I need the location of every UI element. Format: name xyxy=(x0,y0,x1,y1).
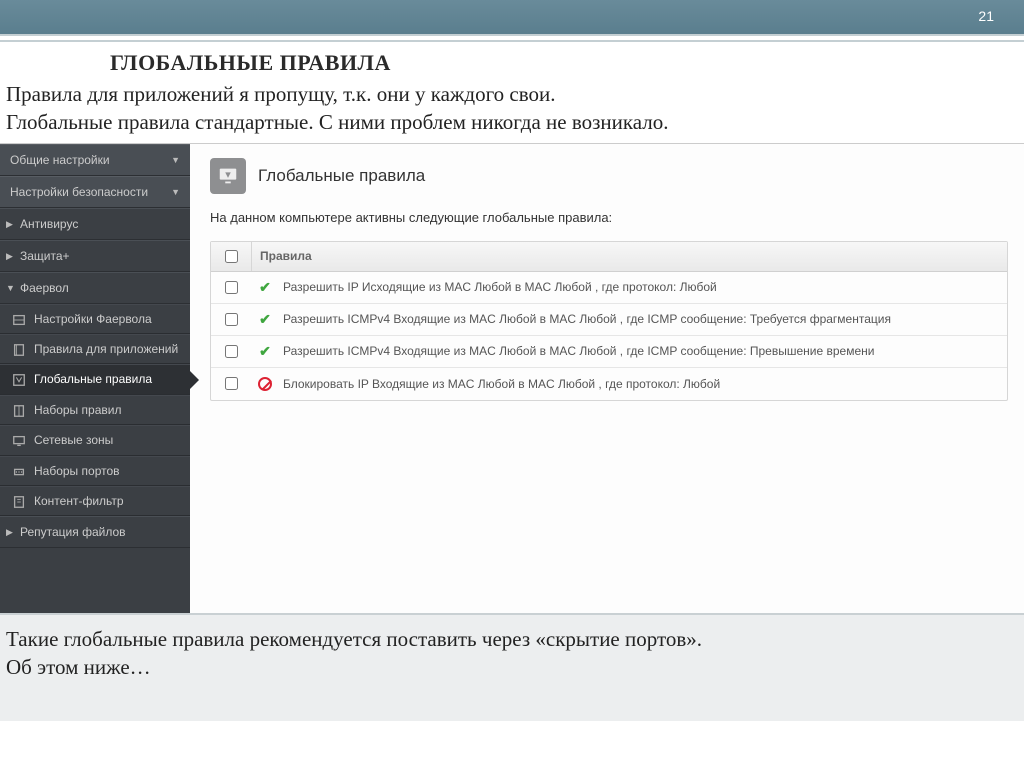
sidebar-item-firewall[interactable]: ▼ Фаервол xyxy=(0,272,190,304)
sidebar: Общие настройки ▼ Настройки безопасности… xyxy=(0,144,190,613)
table-row[interactable]: Блокировать IP Входящие из MAC Любой в M… xyxy=(211,368,1007,400)
row-checkbox[interactable] xyxy=(225,345,238,358)
sidebar-sub-network-zones[interactable]: Сетевые зоны xyxy=(0,425,190,455)
global-rules-icon xyxy=(12,373,26,387)
triangle-right-icon: ▶ xyxy=(6,219,13,230)
slide-top-bar: 21 xyxy=(0,0,1024,34)
sidebar-item-defense[interactable]: ▶ Защита+ xyxy=(0,240,190,272)
title-row: ГЛОБАЛЬНЫЕ ПРАВИЛА xyxy=(0,42,1024,78)
row-checkbox-cell xyxy=(211,281,251,294)
sidebar-sub-rule-sets[interactable]: Наборы правил xyxy=(0,395,190,425)
app-rules-icon xyxy=(12,343,26,357)
sidebar-label: Глобальные правила xyxy=(34,372,152,386)
intro-line-2: Глобальные правила стандартные. С ними п… xyxy=(6,108,1012,136)
sidebar-label: Репутация файлов xyxy=(20,525,126,539)
firewall-settings-icon xyxy=(12,313,26,327)
slide-title: ГЛОБАЛЬНЫЕ ПРАВИЛА xyxy=(110,50,391,75)
sidebar-label: Наборы правил xyxy=(34,403,121,417)
sidebar-item-antivirus[interactable]: ▶ Антивирус xyxy=(0,208,190,240)
rules-table: Правила ✔ Разрешить IP Исходящие из MAC Л… xyxy=(210,241,1008,401)
sidebar-label: Наборы портов xyxy=(34,464,120,478)
sidebar-label: Правила для приложений xyxy=(34,342,178,356)
rule-text: Блокировать IP Входящие из MAC Любой в M… xyxy=(279,377,720,391)
chevron-down-icon: ▼ xyxy=(171,155,180,165)
check-icon: ✔ xyxy=(259,311,271,328)
sidebar-label: Антивирус xyxy=(20,217,78,231)
allow-icon: ✔ xyxy=(251,311,279,328)
sidebar-sub-global-rules[interactable]: Глобальные правила xyxy=(0,364,190,394)
sidebar-label: Фаервол xyxy=(20,281,69,295)
sidebar-section-security[interactable]: Настройки безопасности ▼ xyxy=(0,176,190,208)
sidebar-label: Защита+ xyxy=(20,249,70,263)
row-checkbox[interactable] xyxy=(225,281,238,294)
triangle-right-icon: ▶ xyxy=(6,251,13,262)
footer-line-2: Об этом ниже… xyxy=(6,653,1016,681)
table-row[interactable]: ✔ Разрешить ICMPv4 Входящие из MAC Любой … xyxy=(211,304,1007,336)
monitor-icon xyxy=(210,158,246,194)
sidebar-label: Настройки безопасности xyxy=(10,185,148,199)
check-icon: ✔ xyxy=(259,279,271,296)
triangle-right-icon: ▶ xyxy=(6,527,13,538)
allow-icon: ✔ xyxy=(251,343,279,360)
rule-sets-icon xyxy=(12,404,26,418)
intro-text: Правила для приложений я пропущу, т.к. о… xyxy=(0,78,1024,143)
content-pane: Глобальные правила На данном компьютере … xyxy=(190,144,1024,613)
content-header: Глобальные правила xyxy=(210,158,1008,194)
content-title: Глобальные правила xyxy=(258,166,425,186)
network-zones-icon xyxy=(12,434,26,448)
footer-text: Такие глобальные правила рекомендуется п… xyxy=(0,613,1024,722)
check-icon: ✔ xyxy=(259,343,271,360)
chevron-down-icon: ▼ xyxy=(171,187,180,197)
sidebar-sub-firewall-settings[interactable]: Настройки Фаервола xyxy=(0,304,190,334)
header-rule xyxy=(0,34,1024,42)
content-subtitle: На данном компьютере активны следующие г… xyxy=(210,210,1008,225)
block-icon xyxy=(251,377,279,391)
prohibit-icon xyxy=(258,377,272,391)
sidebar-label: Сетевые зоны xyxy=(34,433,113,447)
table-row[interactable]: ✔ Разрешить ICMPv4 Входящие из MAC Любой … xyxy=(211,336,1007,368)
row-checkbox[interactable] xyxy=(225,377,238,390)
rules-column-header[interactable]: Правила xyxy=(251,242,312,271)
firewall-app: Общие настройки ▼ Настройки безопасности… xyxy=(0,143,1024,613)
port-sets-icon xyxy=(12,465,26,479)
intro-line-1: Правила для приложений я пропущу, т.к. о… xyxy=(6,80,1012,108)
sidebar-sub-content-filter[interactable]: Контент-фильтр xyxy=(0,486,190,516)
page-number: 21 xyxy=(978,8,994,24)
sidebar-sub-app-rules[interactable]: Правила для приложений xyxy=(0,334,190,364)
sidebar-label: Настройки Фаервола xyxy=(34,312,152,326)
allow-icon: ✔ xyxy=(251,279,279,296)
row-checkbox-cell xyxy=(211,345,251,358)
footer-line-1: Такие глобальные правила рекомендуется п… xyxy=(6,625,1016,653)
sidebar-label: Общие настройки xyxy=(10,153,110,167)
header-checkbox-cell xyxy=(211,250,251,263)
rule-text: Разрешить ICMPv4 Входящие из MAC Любой в… xyxy=(279,344,874,358)
rule-text: Разрешить IP Исходящие из MAC Любой в MA… xyxy=(279,280,717,294)
rule-text: Разрешить ICMPv4 Входящие из MAC Любой в… xyxy=(279,312,891,326)
sidebar-label: Контент-фильтр xyxy=(34,494,124,508)
rules-table-header: Правила xyxy=(211,242,1007,272)
select-all-checkbox[interactable] xyxy=(225,250,238,263)
sidebar-section-general[interactable]: Общие настройки ▼ xyxy=(0,144,190,176)
row-checkbox[interactable] xyxy=(225,313,238,326)
triangle-down-icon: ▼ xyxy=(6,283,15,293)
row-checkbox-cell xyxy=(211,313,251,326)
table-row[interactable]: ✔ Разрешить IP Исходящие из MAC Любой в M… xyxy=(211,272,1007,304)
row-checkbox-cell xyxy=(211,377,251,390)
content-filter-icon xyxy=(12,495,26,509)
sidebar-sub-port-sets[interactable]: Наборы портов xyxy=(0,456,190,486)
sidebar-item-file-reputation[interactable]: ▶ Репутация файлов xyxy=(0,516,190,548)
